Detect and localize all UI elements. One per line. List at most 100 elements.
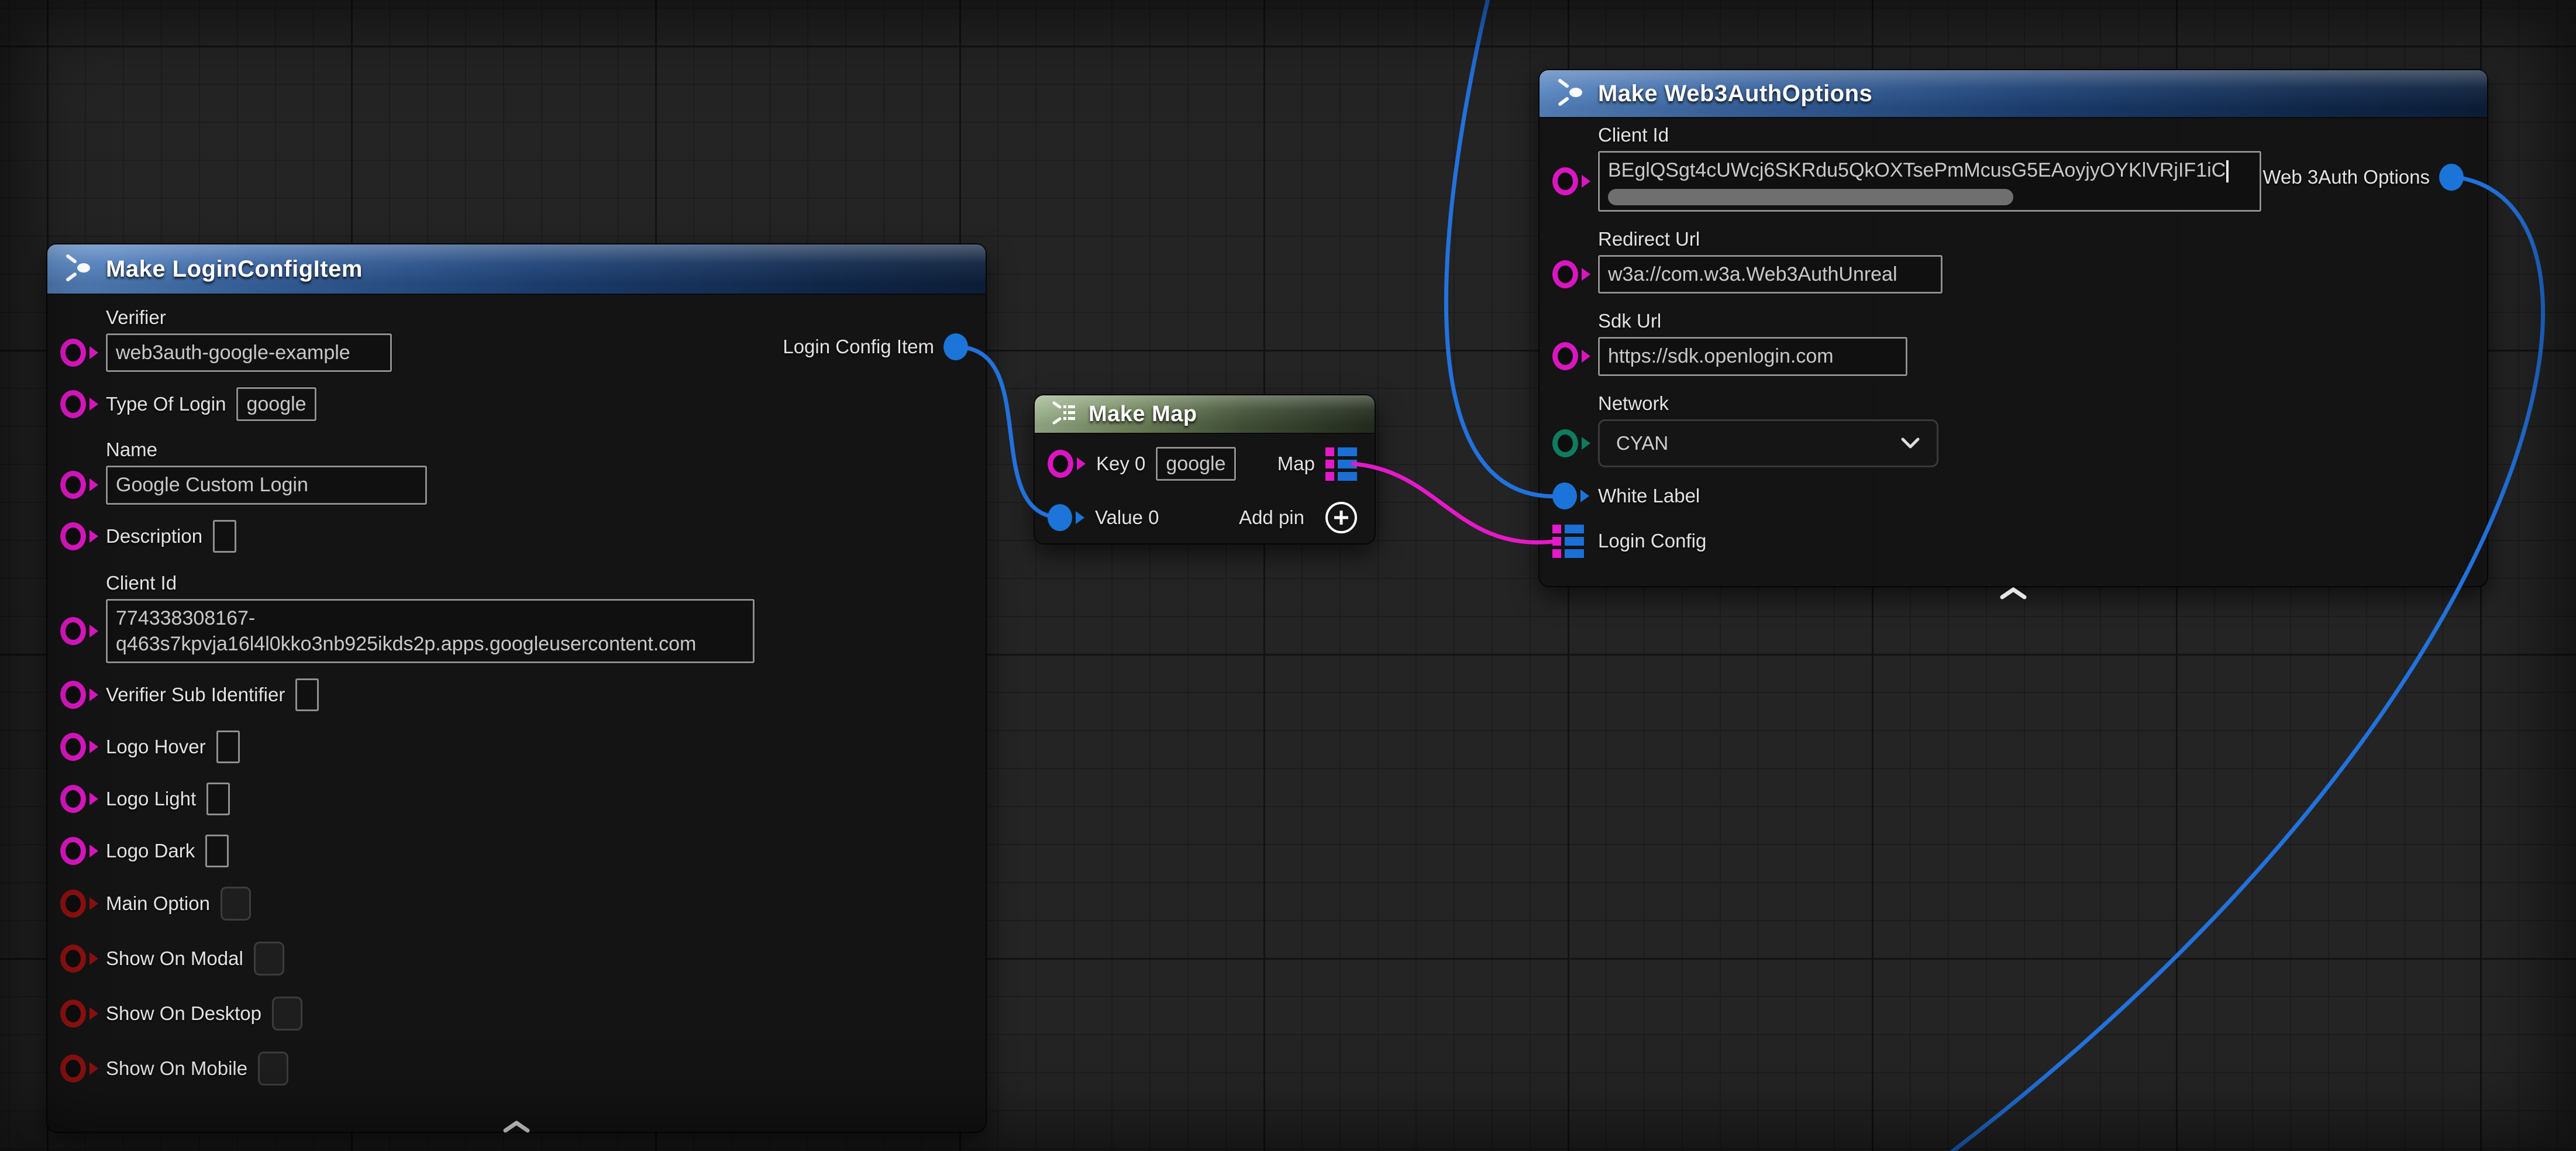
output-row-login-config-item: Login Config Item (783, 333, 968, 360)
node-header-make-login-config-item[interactable]: Make LoginConfigItem (47, 244, 986, 295)
pin-row-name: Name Google Custom Login (60, 439, 968, 504)
output-row-web3auth-options: Web 3Auth Options (2262, 164, 2464, 191)
logo-hover-pin[interactable] (60, 733, 106, 761)
map-output-label: Map (1277, 453, 1315, 475)
network-dropdown[interactable]: CYAN (1598, 419, 1938, 467)
name-label: Name (106, 439, 968, 461)
show-on-desktop-checkbox[interactable] (272, 997, 302, 1031)
show-on-desktop-pin[interactable] (60, 1000, 106, 1028)
key-0-label: Key 0 (1096, 453, 1145, 475)
pin-row-key-0: Key 0 google Map (1048, 443, 1357, 484)
pin-row-white-label: White Label (1552, 483, 2470, 509)
login-config-label: Login Config (1598, 530, 1706, 552)
node-make-web3auth-options: Make Web3AuthOptions Client Id BEglQSgt4c… (1538, 69, 2488, 587)
white-label-label: White Label (1598, 485, 1700, 507)
type-of-login-input[interactable]: google (236, 387, 316, 421)
pin-row-logo-hover: Logo Hover (60, 730, 968, 763)
logo-hover-input[interactable] (216, 730, 240, 763)
logo-light-input[interactable] (206, 783, 230, 815)
logo-light-pin[interactable] (60, 785, 106, 813)
logo-light-label: Logo Light (106, 788, 196, 810)
pin-row-show-on-desktop: Show On Desktop (60, 997, 968, 1031)
pin-row-verifier-sub-identifier: Verifier Sub Identifier (60, 678, 968, 711)
text-caret (2226, 160, 2229, 182)
verifier-sub-identifier-pin[interactable] (60, 681, 106, 709)
verifier-sub-identifier-label: Verifier Sub Identifier (106, 684, 285, 706)
node-title: Make Web3AuthOptions (1598, 81, 1872, 107)
show-on-mobile-checkbox[interactable] (258, 1052, 288, 1085)
node-title: Make Map (1089, 402, 1197, 427)
network-value: CYAN (1616, 432, 1668, 454)
pin-row-sdk-url: Sdk Url https://sdk.openlogin.com (1552, 310, 2470, 375)
show-on-mobile-pin[interactable] (60, 1054, 106, 1083)
verifier-sub-identifier-input[interactable] (295, 678, 319, 711)
node-header-make-map[interactable]: Make Map (1035, 395, 1375, 434)
make-struct-icon (1555, 77, 1586, 111)
pin-row-client-id: Client Id 774338308167-q463s7kpvja16l4l0k… (60, 572, 968, 663)
type-of-login-label: Type Of Login (106, 393, 226, 415)
name-pin[interactable] (60, 471, 106, 499)
collapse-up-icon[interactable] (500, 1119, 533, 1137)
pin-row-login-config: Login Config (1552, 525, 2470, 558)
pin-row-show-on-mobile: Show On Mobile (60, 1052, 968, 1085)
show-on-mobile-label: Show On Mobile (106, 1057, 247, 1080)
node-header-make-web3auth-options[interactable]: Make Web3AuthOptions (1540, 70, 2487, 118)
collapse-up-icon[interactable] (1997, 585, 2030, 604)
chevron-down-icon (1900, 432, 1920, 454)
pin-row-show-on-modal: Show On Modal (60, 942, 968, 976)
network-label: Network (1598, 392, 2470, 415)
main-option-checkbox[interactable] (221, 887, 251, 921)
logo-dark-input[interactable] (205, 835, 229, 867)
show-on-desktop-label: Show On Desktop (106, 1002, 261, 1025)
client-id-label: Client Id (1598, 124, 2470, 146)
pin-row-main-option: Main Option (60, 887, 968, 921)
show-on-modal-checkbox[interactable] (254, 942, 284, 976)
sdk-url-label: Sdk Url (1598, 310, 2470, 332)
main-option-pin[interactable] (60, 890, 106, 918)
client-id-input-scrollbar[interactable] (1608, 189, 2013, 205)
key-0-input[interactable]: google (1156, 447, 1235, 481)
verifier-label: Verifier (106, 306, 968, 329)
logo-dark-pin[interactable] (60, 837, 106, 865)
node-make-login-config-item: Make LoginConfigItem Verifier web3auth-go… (46, 243, 987, 1133)
client-id-pin[interactable] (1552, 167, 1598, 195)
key-0-pin[interactable] (1048, 450, 1086, 478)
client-id-input[interactable]: 774338308167-q463s7kpvja16l4l0kko3nb925i… (106, 599, 755, 663)
sdk-url-input[interactable]: https://sdk.openlogin.com (1598, 337, 1907, 375)
value-0-label: Value 0 (1095, 506, 1159, 529)
make-struct-icon (63, 252, 94, 287)
node-make-map: Make Map Key 0 google Map Value 0 Add pi… (1034, 394, 1376, 545)
show-on-modal-label: Show On Modal (106, 947, 243, 970)
pin-row-description: Description (60, 520, 968, 553)
add-pin-button[interactable]: Add pin (1239, 502, 1357, 533)
make-map-icon (1050, 399, 1077, 429)
add-pin-icon (1325, 502, 1357, 533)
network-pin[interactable] (1552, 429, 1598, 457)
redirect-url-input[interactable]: w3a://com.w3a.Web3AuthUnreal (1598, 255, 1943, 294)
main-option-label: Main Option (106, 892, 210, 915)
pin-row-redirect-url: Redirect Url w3a://com.w3a.Web3AuthUnreal (1552, 228, 2470, 294)
description-input[interactable] (213, 520, 236, 553)
pin-row-type-of-login: Type Of Login google (60, 387, 968, 421)
logo-hover-label: Logo Hover (106, 736, 206, 758)
verifier-pin[interactable] (60, 339, 106, 367)
redirect-url-pin[interactable] (1552, 260, 1598, 288)
node-title: Make LoginConfigItem (106, 256, 363, 282)
pin-row-logo-dark: Logo Dark (60, 835, 968, 867)
description-label: Description (106, 525, 202, 547)
sdk-url-pin[interactable] (1552, 342, 1598, 370)
client-id-pin[interactable] (60, 617, 106, 645)
type-of-login-pin[interactable] (60, 390, 106, 418)
client-id-input[interactable]: BEglQSgt4cUWcj6SKRdu5QkOXTsePmMcusG5EAoy… (1598, 151, 2261, 212)
show-on-modal-pin[interactable] (60, 945, 106, 973)
web3auth-options-output-label: Web 3Auth Options (2262, 166, 2430, 188)
pin-row-logo-light: Logo Light (60, 783, 968, 815)
login-config-item-output-label: Login Config Item (783, 336, 934, 358)
description-pin[interactable] (60, 522, 106, 550)
name-input[interactable]: Google Custom Login (106, 466, 427, 504)
verifier-input[interactable]: web3auth-google-example (106, 333, 392, 372)
logo-dark-label: Logo Dark (106, 840, 195, 862)
redirect-url-label: Redirect Url (1598, 228, 2470, 250)
pin-row-network: Network CYAN (1552, 392, 2470, 467)
client-id-label: Client Id (106, 572, 968, 594)
